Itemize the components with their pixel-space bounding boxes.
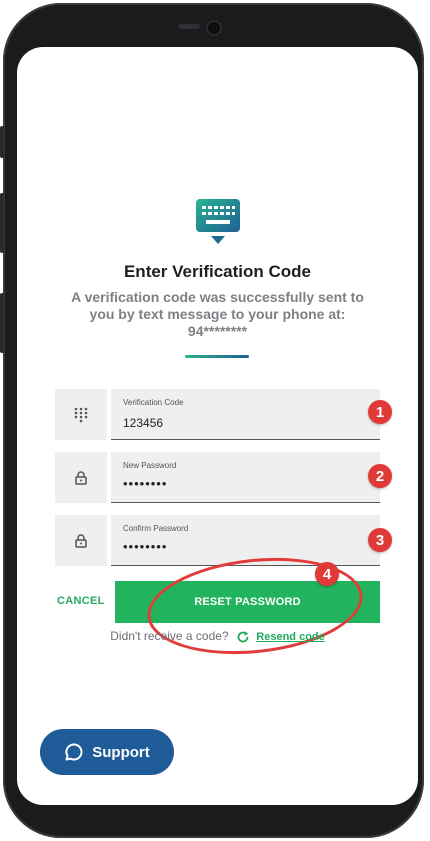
- keyboard-icon: [196, 199, 240, 244]
- verification-code-row: Verification Code 123456: [55, 389, 380, 440]
- app-screen: Enter Verification Code A verification c…: [17, 47, 418, 805]
- new-password-label: New Password: [123, 461, 177, 470]
- confirm-password-value: ••••••••: [123, 539, 168, 554]
- keypad-icon: [55, 389, 107, 440]
- phone-camera: [208, 22, 220, 34]
- phone-volume-up-button: [0, 193, 4, 253]
- phone-frame: Enter Verification Code A verification c…: [0, 3, 424, 838]
- new-password-value: ••••••••: [123, 476, 168, 491]
- cancel-button[interactable]: CANCEL: [57, 595, 105, 607]
- phone-side-button: [0, 126, 4, 158]
- phone-volume-down-button: [0, 293, 4, 353]
- reset-password-button[interactable]: RESET PASSWORD: [115, 581, 380, 623]
- support-button[interactable]: Support: [40, 729, 174, 775]
- confirm-password-label: Confirm Password: [123, 524, 189, 533]
- step-badge-3: 3: [368, 528, 392, 552]
- step-badge-1: 1: [368, 400, 392, 424]
- message-line-1: A verification code was successfully sen…: [71, 289, 364, 305]
- page-title: Enter Verification Code: [123, 262, 312, 281]
- chat-bubble-icon: [65, 743, 83, 761]
- verification-message: A verification code was successfully sen…: [57, 289, 378, 340]
- lock-icon: [55, 452, 107, 503]
- lock-icon: [55, 515, 107, 566]
- phone-speaker: [178, 24, 200, 29]
- resend-prompt: Didn't receive a code?: [110, 629, 229, 643]
- confirm-password-field[interactable]: Confirm Password ••••••••: [111, 515, 380, 566]
- new-password-field[interactable]: New Password ••••••••: [111, 452, 380, 503]
- verification-code-value: 123456: [123, 416, 164, 430]
- support-label: Support: [92, 743, 150, 761]
- verification-code-label: Verification Code: [123, 398, 184, 407]
- masked-phone-number: 94********: [187, 323, 248, 339]
- step-badge-4: 4: [315, 562, 339, 586]
- refresh-icon[interactable]: [236, 630, 250, 644]
- message-line-2: you by text message to your phone at:: [89, 306, 346, 322]
- new-password-row: New Password ••••••••: [55, 452, 380, 503]
- verification-code-field[interactable]: Verification Code 123456: [111, 389, 380, 440]
- reset-password-label: RESET PASSWORD: [194, 596, 301, 608]
- title-divider: [185, 355, 249, 358]
- confirm-password-row: Confirm Password ••••••••: [55, 515, 380, 566]
- resend-code-link[interactable]: Resend code: [256, 631, 324, 643]
- resend-row: Didn't receive a code? Resend code: [17, 629, 418, 644]
- step-badge-2: 2: [368, 464, 392, 488]
